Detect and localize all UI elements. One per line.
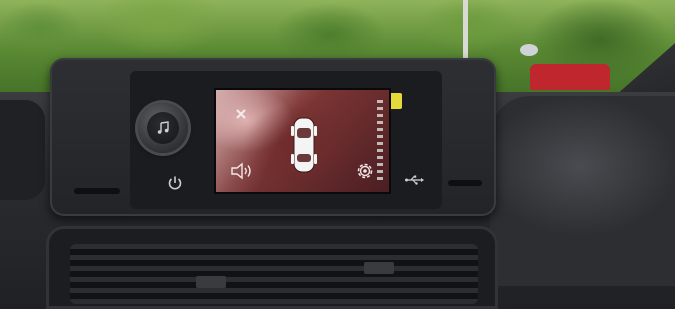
- vent-adjust-tab-left[interactable]: [196, 276, 226, 288]
- air-vent-louvers[interactable]: [70, 244, 478, 304]
- photo-scene: [0, 0, 675, 309]
- power-button[interactable]: [166, 174, 184, 192]
- screen-glare: [216, 90, 389, 192]
- vent-adjust-tab-right[interactable]: [364, 262, 394, 274]
- usb-port[interactable]: [404, 172, 424, 186]
- side-mirror: [520, 44, 538, 56]
- dashboard-right-panel: [490, 96, 675, 286]
- left-slot: [74, 188, 120, 194]
- usb-icon: [405, 175, 424, 185]
- music-note-icon: [147, 112, 179, 144]
- pole: [463, 0, 468, 58]
- touchscreen-display[interactable]: [214, 88, 391, 194]
- power-icon: [168, 176, 182, 190]
- right-slot: [448, 180, 482, 186]
- volume-knob[interactable]: [138, 103, 188, 153]
- dashboard-left-pod: [0, 100, 45, 200]
- parked-car-red-right: [530, 64, 610, 90]
